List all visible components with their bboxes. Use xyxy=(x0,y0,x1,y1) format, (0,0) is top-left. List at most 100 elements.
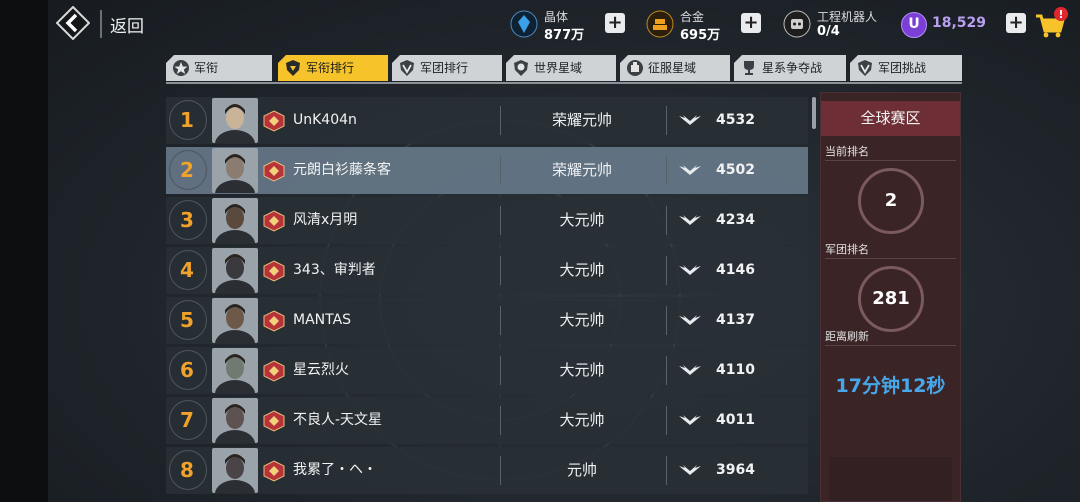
column-divider xyxy=(500,306,501,335)
legion-challenge-icon xyxy=(858,60,872,76)
tab-rank[interactable]: 军衔 xyxy=(166,55,272,81)
rank-score: 4110 xyxy=(716,362,755,378)
column-divider xyxy=(666,256,667,285)
rank-number: 1 xyxy=(180,108,194,132)
rank-score: 4234 xyxy=(716,212,755,228)
avatar[interactable] xyxy=(212,298,258,343)
column-divider xyxy=(666,206,667,235)
cart-icon: ! xyxy=(1036,7,1068,38)
wings-icon xyxy=(679,415,701,425)
player-portrait-icon xyxy=(212,298,258,343)
robot-value: 0/4 xyxy=(817,24,840,39)
rank-insignia-icon xyxy=(263,260,285,282)
column-divider xyxy=(500,206,501,235)
avatar[interactable] xyxy=(212,248,258,293)
add-crystal-button[interactable]: + xyxy=(605,13,625,33)
player-portrait-icon xyxy=(212,148,258,193)
leaderboard-row[interactable]: 3 风清x月明 大元帅 4234 xyxy=(166,197,808,244)
region-stats-panel: 全球赛区 当前排名 2 军团排名 281 距离刷新 17分钟12秒 xyxy=(820,92,961,502)
rank-score: 4532 xyxy=(716,112,755,128)
player-rank-title: 大元帅 xyxy=(559,361,605,379)
wings-icon xyxy=(679,115,701,125)
leaderboard-row[interactable]: 2 元朗白衫藤条客 荣耀元帅 4502 xyxy=(166,147,808,194)
leaderboard-row[interactable]: 8 我累了・ヘ・ 元帅 3964 xyxy=(166,447,808,494)
crystal-label: 晶体 xyxy=(544,10,569,24)
tab-legion-leaderboard[interactable]: 军团排行 xyxy=(392,55,502,81)
player-portrait-icon xyxy=(212,398,258,443)
legion-rank-value: 281 xyxy=(858,266,924,332)
panel-divider xyxy=(825,160,956,161)
rank-insignia-icon xyxy=(263,160,285,182)
rank-number: 8 xyxy=(180,458,194,482)
back-label[interactable]: 返回 xyxy=(110,12,144,37)
tab-label: 军团排行 xyxy=(420,61,469,75)
panel-divider xyxy=(825,345,956,346)
tab-world-sector[interactable]: 世界星域 xyxy=(506,55,616,81)
top-bar: 返回 晶体 877万 + 合金 695万 + 工程机器人 0/4 U 18,52… xyxy=(48,0,1080,48)
tab-conquest-sector[interactable]: 征服星域 xyxy=(620,55,730,81)
current-rank-label: 当前排名 xyxy=(825,145,869,158)
rank-score: 4502 xyxy=(716,162,755,178)
avatar[interactable] xyxy=(212,148,258,193)
rank-insignia-icon xyxy=(263,210,285,232)
column-divider xyxy=(500,406,501,435)
rank-insignia-icon xyxy=(263,310,285,332)
player-rank-title: 大元帅 xyxy=(559,311,605,329)
star-badge-icon xyxy=(173,60,189,76)
cart-alert: ! xyxy=(1058,8,1063,21)
back-button[interactable] xyxy=(55,5,91,41)
chevron-left-icon xyxy=(55,5,91,41)
wings-icon xyxy=(679,465,701,475)
player-name: 不良人-天文星 xyxy=(293,412,383,428)
tab-label: 世界星域 xyxy=(534,61,583,75)
tab-label: 征服星域 xyxy=(648,61,697,75)
player-portrait-icon xyxy=(212,198,258,243)
player-name: 风清x月明 xyxy=(293,212,358,228)
crystal-icon xyxy=(510,10,538,38)
column-divider xyxy=(500,256,501,285)
wings-icon xyxy=(679,265,701,275)
conquest-icon xyxy=(627,60,643,76)
wings-icon xyxy=(679,365,701,375)
region-header[interactable]: 全球赛区 xyxy=(821,101,960,136)
list-scrollbar[interactable] xyxy=(812,97,816,129)
legion-icon xyxy=(400,60,414,76)
leaderboard-row[interactable]: 1 UnK404n 荣耀元帅 4532 xyxy=(166,97,808,144)
leaderboard-row[interactable]: 5 MANTAS 大元帅 4137 xyxy=(166,297,808,344)
rank-number: 6 xyxy=(180,358,194,382)
leaderboard-row[interactable]: 7 不良人-天文星 大元帅 4011 xyxy=(166,397,808,444)
player-portrait-icon xyxy=(212,448,258,493)
avatar[interactable] xyxy=(212,198,258,243)
avatar[interactable] xyxy=(212,448,258,493)
column-divider xyxy=(500,156,501,185)
rank-insignia-icon xyxy=(263,460,285,482)
tab-rank-leaderboard[interactable]: 军衔排行 xyxy=(278,55,388,81)
tab-galaxy-war[interactable]: 星系争夺战 xyxy=(734,55,846,81)
add-alloy-button[interactable]: + xyxy=(741,13,761,33)
rank-score: 4011 xyxy=(716,412,755,428)
leaderboard-row[interactable]: 4 343、审判者 大元帅 4146 xyxy=(166,247,808,294)
tab-label: 军衔排行 xyxy=(306,61,355,75)
rank-insignia-icon xyxy=(263,410,285,432)
avatar[interactable] xyxy=(212,348,258,393)
tab-label: 军团挑战 xyxy=(878,61,927,75)
player-name: MANTAS xyxy=(293,312,352,328)
avatar[interactable] xyxy=(212,98,258,143)
robot-label: 工程机器人 xyxy=(817,10,878,24)
add-premium-button[interactable]: + xyxy=(1006,13,1026,33)
player-name: 元朗白衫藤条客 xyxy=(293,162,391,178)
leaderboard-row[interactable]: 6 星云烈火 大元帅 4110 xyxy=(166,347,808,394)
premium-currency-icon: U xyxy=(901,12,927,38)
rank-number: 7 xyxy=(180,408,194,432)
trophy-icon xyxy=(744,61,754,75)
avatar[interactable] xyxy=(212,398,258,443)
rank-insignia-icon xyxy=(263,360,285,382)
rank-score: 4146 xyxy=(716,262,755,278)
rank-number: 4 xyxy=(180,258,194,282)
rank-number: 2 xyxy=(180,158,194,182)
tab-legion-challenge[interactable]: 军团挑战 xyxy=(850,55,962,81)
column-divider xyxy=(666,306,667,335)
player-rank-title: 大元帅 xyxy=(559,211,605,229)
column-divider xyxy=(666,156,667,185)
shop-cart-button[interactable]: ! xyxy=(1032,6,1068,42)
